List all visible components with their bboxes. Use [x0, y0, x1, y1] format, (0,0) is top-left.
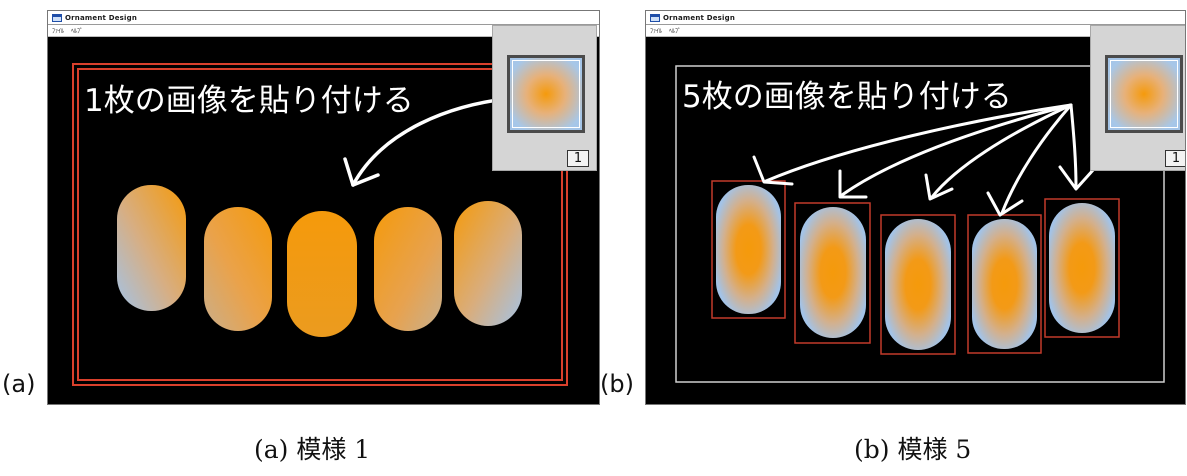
menu-help[interactable]: ﾍﾙﾌﾟ: [669, 26, 681, 35]
window-b: Ornament Design ﾌｧｲﾙ ﾍﾙﾌﾟ 5枚の画像を貼り付ける 1: [645, 10, 1186, 405]
thumbnail-window-b[interactable]: 1: [1090, 25, 1185, 171]
page-number-badge-a[interactable]: 1: [567, 150, 589, 167]
window-a-canvas[interactable]: 1枚の画像を貼り付ける 1: [48, 25, 599, 404]
arrows-b: [752, 103, 1096, 217]
ornament-a-3: [287, 211, 357, 337]
ornament-b-2: [800, 207, 866, 338]
app-icon: [650, 13, 660, 22]
ornament-b-4: [972, 219, 1037, 349]
canvas-a-title: 1枚の画像を貼り付ける: [84, 83, 414, 119]
window-b-titlebar[interactable]: Ornament Design: [646, 11, 1185, 25]
ornament-a-1: [117, 185, 186, 311]
ornament-b-1: [716, 185, 781, 314]
thumbnail-window-a[interactable]: 1: [492, 25, 597, 171]
page-number-badge-b[interactable]: 1: [1165, 150, 1185, 167]
window-a-titlebar[interactable]: Ornament Design: [48, 11, 599, 25]
app-icon: [52, 13, 62, 22]
ornament-b-5: [1049, 203, 1115, 333]
panel-label-b: (b): [600, 370, 634, 398]
window-a: Ornament Design ﾌｧｲﾙ ﾍﾙﾌﾟ 1枚の画像を貼り付ける 1: [47, 10, 600, 405]
menu-help[interactable]: ﾍﾙﾌﾟ: [71, 26, 83, 35]
window-b-title: Ornament Design: [663, 13, 736, 22]
menu-file[interactable]: ﾌｧｲﾙ: [52, 26, 64, 35]
caption-b: (b) 模様 5: [854, 435, 972, 464]
window-b-canvas[interactable]: 5枚の画像を貼り付ける 1: [646, 25, 1185, 404]
canvas-b-title: 5枚の画像を貼り付ける: [682, 79, 1012, 115]
ornament-a-2: [204, 207, 272, 331]
caption-a: (a) 模様 1: [254, 435, 371, 464]
menu-file[interactable]: ﾌｧｲﾙ: [650, 26, 662, 35]
ornament-a-5: [454, 201, 522, 326]
window-a-title: Ornament Design: [65, 13, 138, 22]
ornament-b-3: [885, 219, 951, 350]
ornament-a-4: [374, 207, 442, 331]
thumbnail-image-a[interactable]: [507, 55, 585, 133]
panel-label-a: (a): [2, 370, 36, 398]
thumbnail-image-b[interactable]: [1105, 55, 1183, 133]
